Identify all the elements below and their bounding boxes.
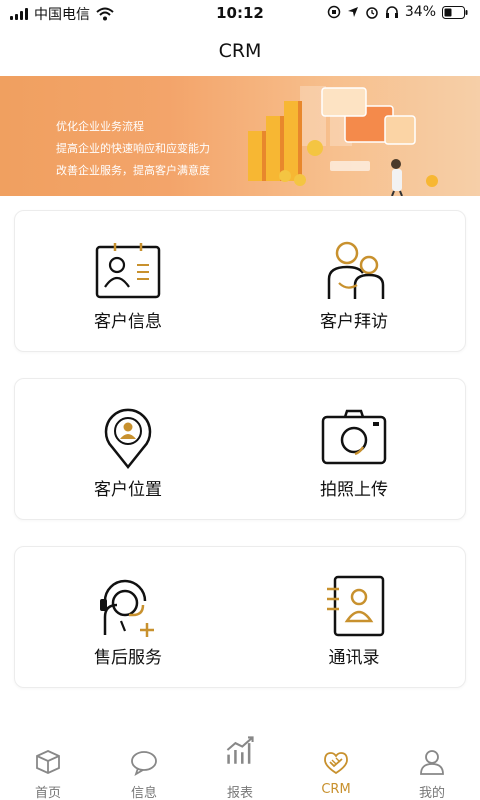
promo-banner[interactable]: 优化企业业务流程 提高企业的快速响应和应变能力 改善企业服务，提高客户满意度 <box>0 76 480 196</box>
customer-location-button[interactable]: 客户位置 <box>15 379 241 521</box>
location-icon <box>347 7 358 17</box>
chat-bubble-icon <box>131 751 157 776</box>
customer-info-label: 客户信息 <box>94 312 162 332</box>
navigation-bar: CRM <box>0 26 480 76</box>
tab-label: 我的 <box>418 786 445 800</box>
customer-info-icon <box>95 243 161 299</box>
orientation-lock-icon <box>327 5 341 19</box>
tab-label: CRM <box>321 782 351 797</box>
after-sales-button[interactable]: 售后服务 <box>15 547 241 689</box>
banner-line: 改善企业服务，提高客户满意度 <box>56 164 210 177</box>
banner-text: 优化企业业务流程 提高企业的快速响应和应变能力 改善企业服务，提高客户满意度 <box>56 116 210 182</box>
person-icon <box>420 750 444 775</box>
feature-card-2: 客户位置 拍照上传 <box>14 378 466 520</box>
banner-line: 优化企业业务流程 <box>56 120 144 133</box>
contacts-icon <box>327 575 385 637</box>
tab-messages[interactable]: 信息 <box>96 730 192 800</box>
customer-visit-button[interactable]: 客户拜访 <box>241 211 467 353</box>
photo-upload-label: 拍照上传 <box>320 480 388 500</box>
customer-info-button[interactable]: 客户信息 <box>15 211 241 353</box>
alarm-icon <box>366 7 378 19</box>
tab-bar: 首页 信息 报表 CRM 我的 <box>0 730 480 800</box>
camera-icon <box>321 409 387 465</box>
tab-reports[interactable]: 报表 <box>192 730 288 800</box>
battery-percent: 34% <box>404 4 436 20</box>
cube-icon <box>36 750 60 774</box>
tab-label: 信息 <box>130 786 157 800</box>
contacts-button[interactable]: 通讯录 <box>241 547 467 689</box>
handshake-icon <box>324 752 348 775</box>
customer-location-label: 客户位置 <box>94 480 162 500</box>
headphones-icon <box>385 6 398 18</box>
report-chart-icon <box>226 736 254 764</box>
tab-profile[interactable]: 我的 <box>384 730 480 800</box>
feature-card-3: 售后服务 通讯录 <box>14 546 466 688</box>
customer-visit-icon <box>327 241 385 299</box>
feature-card-1: 客户信息 客户拜访 <box>14 210 466 352</box>
tab-home[interactable]: 首页 <box>0 730 96 800</box>
after-sales-label: 售后服务 <box>94 648 162 668</box>
customer-visit-label: 客户拜访 <box>320 312 388 332</box>
page-title: CRM <box>218 40 262 62</box>
tab-crm[interactable]: CRM <box>288 730 384 800</box>
status-bar: 中国电信 10:12 34% <box>0 0 480 26</box>
contacts-label: 通讯录 <box>328 648 380 668</box>
photo-upload-button[interactable]: 拍照上传 <box>241 379 467 521</box>
tab-label: 报表 <box>226 786 253 800</box>
after-sales-icon <box>100 579 154 637</box>
banner-line: 提高企业的快速响应和应变能力 <box>56 142 210 155</box>
battery-icon <box>442 5 468 19</box>
tab-label: 首页 <box>34 786 61 800</box>
customer-location-icon <box>104 408 152 469</box>
